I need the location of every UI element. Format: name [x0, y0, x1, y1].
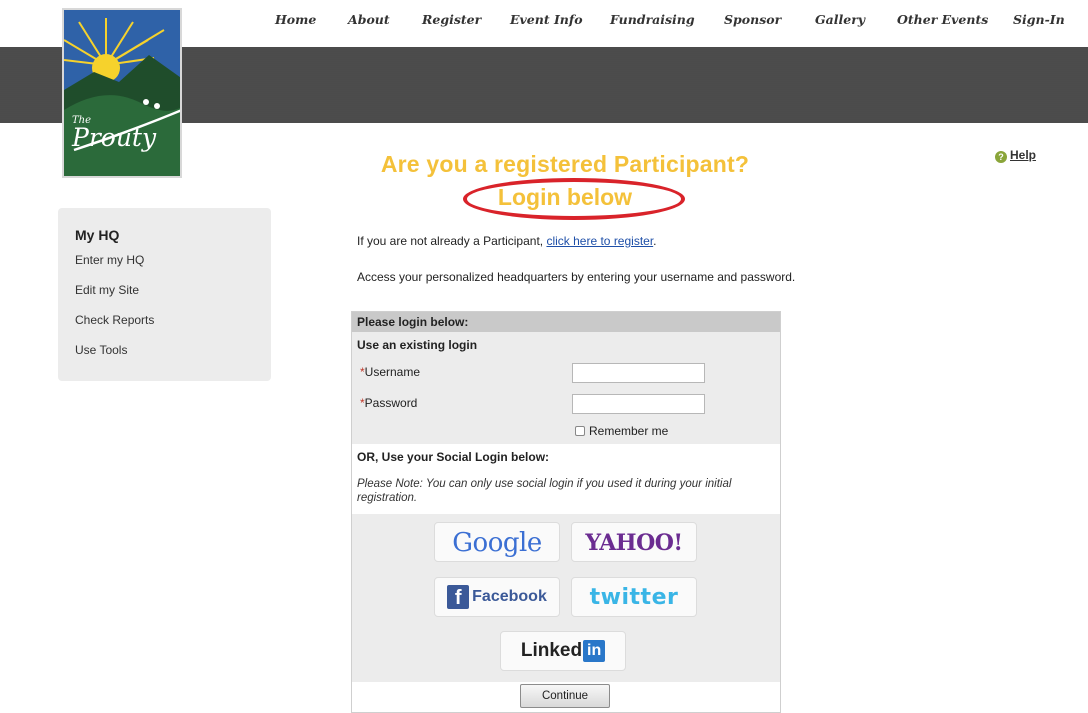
- google-logo-text: Google: [452, 528, 542, 558]
- social-login-title: OR, Use your Social Login below:: [357, 450, 550, 464]
- nav-other-events[interactable]: Other Events: [897, 12, 988, 27]
- social-login-note: Please Note: You can only use social log…: [357, 478, 732, 504]
- nav-fundraising[interactable]: Fundraising: [610, 12, 695, 27]
- remember-me-label: Remember me: [589, 424, 669, 438]
- login-panel-header-text: Please login below:: [357, 315, 469, 329]
- social-login-section: Google YAHOO! f Facebook twitter Linked in: [352, 514, 780, 682]
- continue-button[interactable]: Continue: [520, 684, 610, 708]
- facebook-login-button[interactable]: f Facebook: [434, 577, 560, 617]
- nav-sign-in[interactable]: Sign-In: [1013, 12, 1065, 27]
- yahoo-logo-text: YAHOO!: [585, 530, 683, 556]
- help-label: Help: [1010, 148, 1037, 162]
- twitter-login-button[interactable]: twitter: [571, 577, 697, 617]
- login-panel-header: Please login below:: [352, 312, 780, 332]
- intro-register-text: If you are not already a Participant, cl…: [357, 234, 657, 248]
- page-headline: Are you a registered Participant?: [380, 151, 750, 177]
- existing-login-title: Use an existing login: [357, 338, 478, 352]
- username-label: *Username: [360, 365, 420, 379]
- nav-home[interactable]: Home: [275, 12, 316, 27]
- my-hq-sidebar: My HQ Enter my HQ Edit my Site Check Rep…: [58, 208, 271, 381]
- google-login-button[interactable]: Google: [434, 522, 560, 562]
- sidebar-item-enter-hq[interactable]: Enter my HQ: [75, 253, 144, 267]
- logo-mountain-sun-icon: [64, 10, 180, 176]
- nav-sponsor[interactable]: Sponsor: [724, 12, 781, 27]
- password-input[interactable]: [572, 394, 705, 414]
- twitter-logo-text: twitter: [589, 585, 679, 610]
- existing-login-section: Use an existing login *Username *Passwor…: [352, 332, 780, 444]
- login-panel: Please login below: Use an existing logi…: [351, 311, 781, 713]
- facebook-icon: f: [447, 585, 470, 609]
- register-link[interactable]: click here to register: [546, 234, 653, 248]
- sidebar-title: My HQ: [75, 227, 120, 243]
- site-logo[interactable]: The Prouty: [62, 8, 182, 178]
- help-icon: ?: [995, 151, 1007, 163]
- sidebar-item-edit-site[interactable]: Edit my Site: [75, 283, 139, 297]
- linkedin-login-button[interactable]: Linked in: [500, 631, 626, 671]
- remember-me-option[interactable]: Remember me: [575, 424, 668, 438]
- yahoo-login-button[interactable]: YAHOO!: [571, 522, 697, 562]
- access-instructions: Access your personalized headquarters by…: [357, 270, 796, 284]
- not-participant-text: If you are not already a Participant,: [357, 234, 544, 248]
- nav-event-info[interactable]: Event Info: [510, 12, 583, 27]
- password-label: *Password: [360, 396, 417, 410]
- sidebar-item-check-reports[interactable]: Check Reports: [75, 313, 154, 327]
- sidebar-item-use-tools[interactable]: Use Tools: [75, 343, 127, 357]
- linkedin-logo-text: Linked: [520, 640, 583, 661]
- facebook-logo-text: Facebook: [472, 588, 547, 605]
- username-label-text: Username: [364, 365, 421, 379]
- logo-name-text: Prouty: [72, 123, 157, 152]
- top-nav: Home About Register Event Info Fundraisi…: [258, 12, 1088, 36]
- nav-register[interactable]: Register: [422, 12, 481, 27]
- password-label-text: Password: [364, 396, 418, 410]
- remember-me-checkbox[interactable]: [575, 426, 585, 436]
- register-trailing-period: .: [653, 234, 657, 248]
- help-link[interactable]: ? Help: [995, 148, 1036, 163]
- nav-about[interactable]: About: [348, 12, 390, 27]
- nav-gallery[interactable]: Gallery: [815, 12, 865, 27]
- linkedin-in-icon: in: [583, 640, 606, 662]
- highlight-oval: [463, 178, 685, 220]
- username-input[interactable]: [572, 363, 705, 383]
